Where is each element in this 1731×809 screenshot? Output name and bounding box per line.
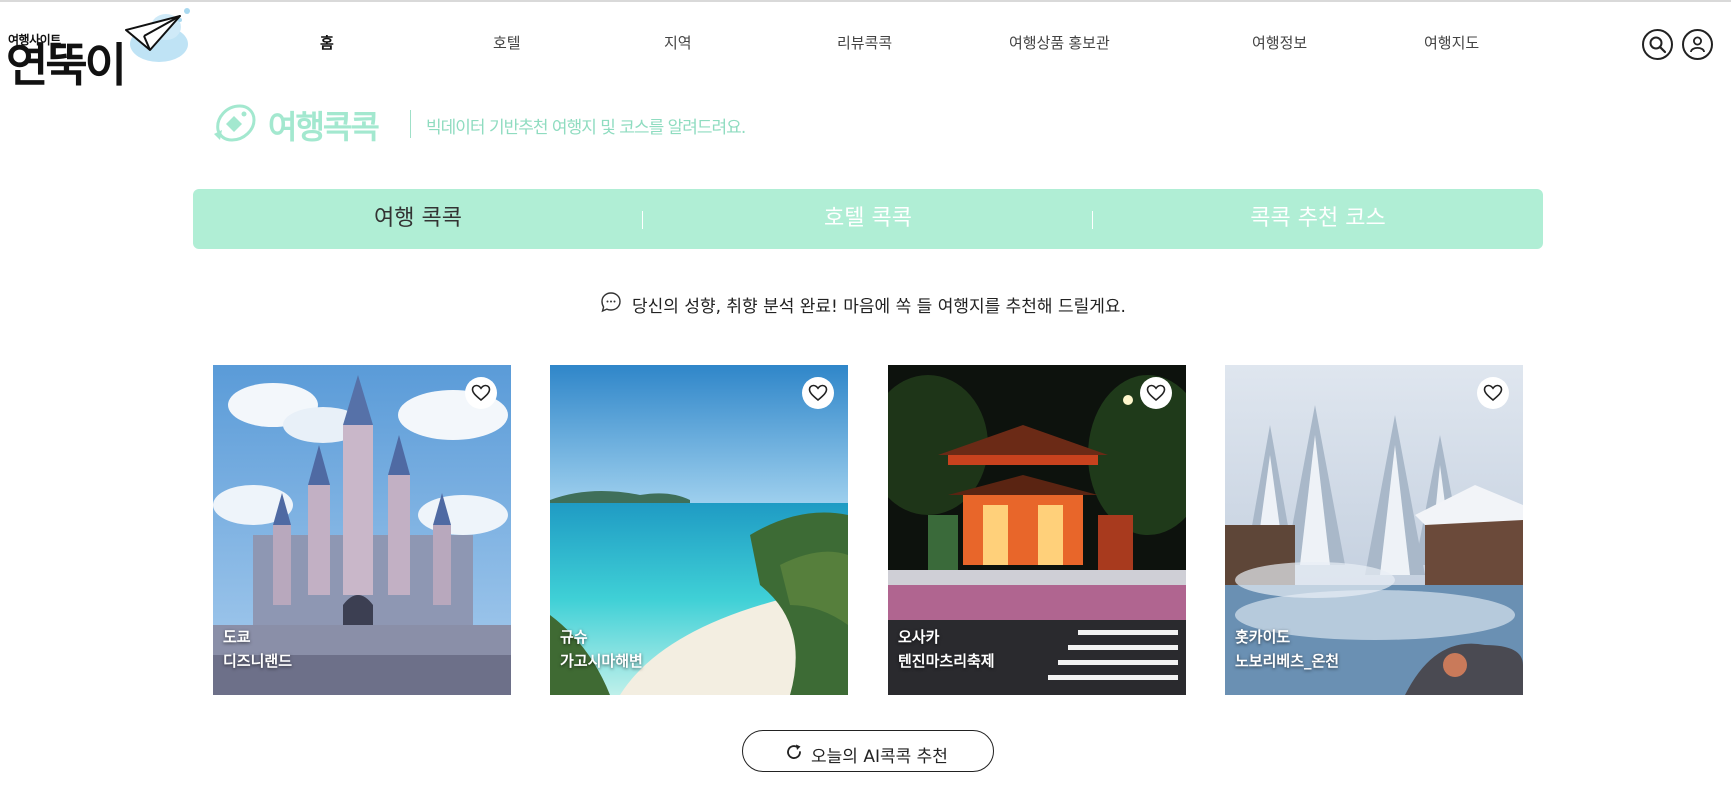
destination-card[interactable]: 규슈 가고시마해변: [550, 365, 848, 695]
refresh-icon: [787, 744, 801, 759]
card-place: 텐진마츠리축제: [898, 652, 995, 670]
fish-logo-icon: [214, 104, 256, 142]
search-icon: [1649, 36, 1667, 54]
ai-recommend-label: 오늘의 AI콕콕 추천: [811, 747, 948, 767]
user-button[interactable]: [1682, 29, 1713, 60]
card-place: 가고시마해변: [560, 652, 643, 670]
message-text: 당신의 성향, 취향 분석 완료! 마음에 쏙 들 여행지를 추천해 드릴게요.: [632, 297, 1126, 317]
logo-dot: [184, 8, 190, 14]
destination-card[interactable]: 도쿄 디즈니랜드: [213, 365, 511, 695]
nav-item-hotel[interactable]: 호텔: [493, 32, 521, 53]
user-icon: [1690, 36, 1705, 53]
top-border: [0, 0, 1731, 2]
heart-icon: [471, 384, 491, 402]
ai-recommend-button[interactable]: 오늘의 AI콕콕 추천: [742, 730, 994, 772]
card-region: 오사카: [898, 628, 940, 646]
favorite-button[interactable]: [1140, 377, 1172, 409]
nav-item-map[interactable]: 여행지도: [1424, 32, 1479, 53]
destination-card[interactable]: 홋카이도 노보리베츠_온천: [1225, 365, 1523, 695]
nav-item-home[interactable]: 홈: [320, 32, 334, 53]
section-heading: 여행콕콕 빅데이터 기반추천 여행지 및 코스를 알려드려요.: [212, 100, 812, 146]
category-tabs: 여행 콕콕 호텔 콕콕 콕콕 추천 코스: [193, 189, 1543, 249]
destination-card[interactable]: 오사카 텐진마츠리축제: [888, 365, 1186, 695]
section-divider: [410, 110, 411, 138]
card-region: 규슈: [560, 628, 588, 646]
chat-bubble-icon: [601, 292, 621, 313]
card-label: 도쿄 디즈니랜드: [223, 625, 292, 673]
card-region: 도쿄: [223, 628, 251, 646]
nav-item-info[interactable]: 여행정보: [1252, 32, 1307, 53]
card-label: 규슈 가고시마해변: [560, 625, 643, 673]
favorite-button[interactable]: [465, 377, 497, 409]
main-nav: 홈 호텔 지역 리뷰콕콕 여행상품 홍보관 여행정보 여행지도: [0, 32, 1731, 56]
heart-icon: [1483, 384, 1503, 402]
card-label: 오사카 텐진마츠리축제: [898, 625, 995, 673]
section-subtitle: 빅데이터 기반추천 여행지 및 코스를 알려드려요.: [426, 118, 746, 138]
card-region: 홋카이도: [1235, 628, 1291, 646]
heart-icon: [1146, 384, 1166, 402]
search-button[interactable]: [1642, 29, 1673, 60]
card-place: 디즈니랜드: [223, 652, 293, 670]
heart-icon: [808, 384, 828, 402]
favorite-button[interactable]: [802, 377, 834, 409]
tab-travel[interactable]: 여행 콕콕: [193, 189, 643, 249]
nav-item-review[interactable]: 리뷰콕콕: [837, 32, 892, 53]
section-title: 여행콕콕: [268, 108, 380, 146]
nav-item-promo[interactable]: 여행상품 홍보관: [1009, 32, 1110, 53]
recommendation-message: 당신의 성향, 취향 분석 완료! 마음에 쏙 들 여행지를 추천해 드릴게요.: [600, 290, 1200, 317]
nav-item-region[interactable]: 지역: [664, 32, 692, 53]
card-place: 노보리베츠_온천: [1235, 652, 1340, 670]
tab-course[interactable]: 콕콕 추천 코스: [1093, 189, 1543, 249]
tab-hotel[interactable]: 호텔 콕콕: [643, 189, 1093, 249]
card-label: 홋카이도 노보리베츠_온천: [1235, 625, 1339, 673]
favorite-button[interactable]: [1477, 377, 1509, 409]
